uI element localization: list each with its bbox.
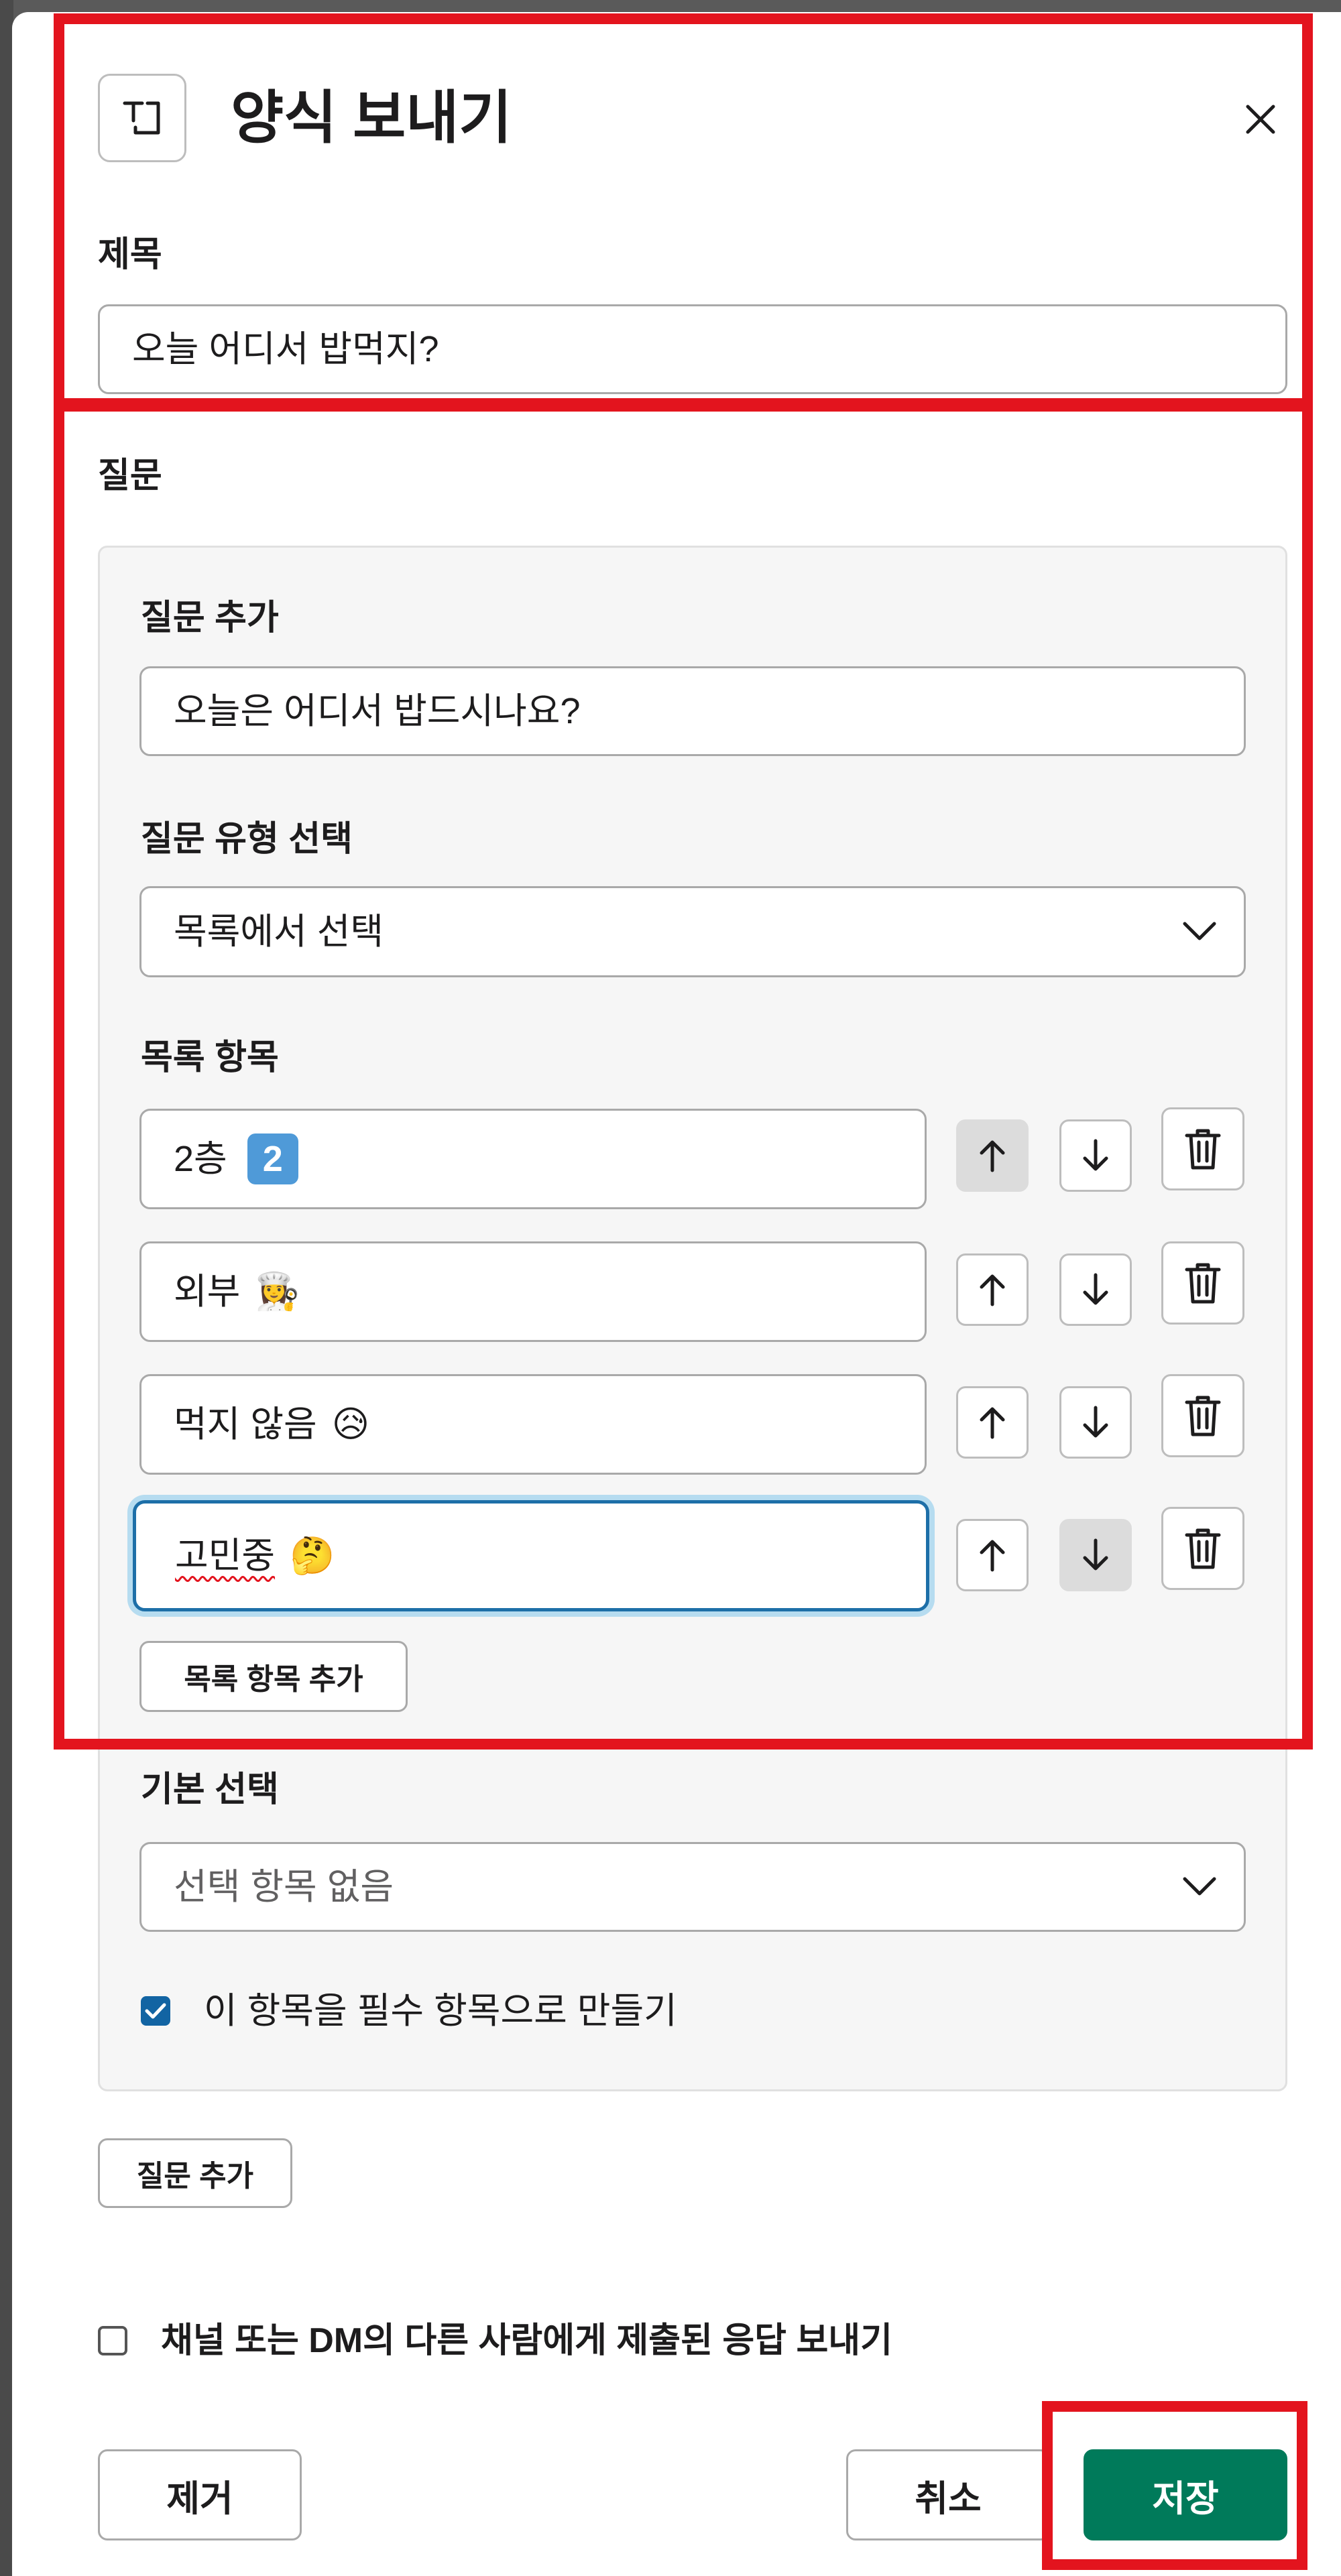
- arrow-down-icon: [1083, 1406, 1108, 1438]
- text-field-icon: [98, 74, 186, 162]
- move-up-button[interactable]: [956, 1386, 1029, 1459]
- save-button[interactable]: 저장: [1084, 2449, 1287, 2540]
- arrow-up-icon: [980, 1540, 1005, 1572]
- add-list-item-button[interactable]: 목록 항목 추가: [139, 1641, 408, 1712]
- trash-icon: [1185, 1528, 1221, 1569]
- list-item-text: 고민중: [175, 1536, 276, 1576]
- list-item-input[interactable]: 외부 👩‍🍳: [139, 1241, 927, 1342]
- share-responses-label: 채널 또는 DM의 다른 사람에게 제출된 응답 보내기: [161, 2321, 892, 2360]
- modal-title: 양식 보내기: [231, 86, 512, 150]
- question-type-value: 목록에서 선택: [174, 912, 384, 952]
- arrow-down-icon: [1083, 1139, 1108, 1171]
- move-up-button[interactable]: [956, 1119, 1029, 1192]
- subject-label: 제목: [98, 235, 162, 274]
- move-down-button[interactable]: [1059, 1519, 1132, 1591]
- chevron-down-icon: [1183, 922, 1216, 940]
- questions-label: 질문: [98, 456, 162, 495]
- delete-item-button[interactable]: [1161, 1241, 1244, 1325]
- list-item-text: 2층: [174, 1139, 227, 1179]
- default-selection-select[interactable]: 선택 항목 없음: [139, 1842, 1246, 1932]
- move-down-button[interactable]: [1059, 1253, 1132, 1326]
- question-text-input[interactable]: 오늘은 어디서 밥드시나요?: [139, 666, 1246, 756]
- keycap-two-icon: 2: [247, 1133, 298, 1184]
- subject-input-value: 오늘 어디서 밥먹지?: [132, 329, 439, 369]
- arrow-up-icon: [980, 1274, 1005, 1306]
- trash-icon: [1185, 1263, 1221, 1304]
- delete-item-button[interactable]: [1161, 1107, 1244, 1190]
- chevron-down-icon: [1183, 1877, 1216, 1896]
- required-checkbox[interactable]: [141, 1996, 170, 2026]
- check-icon: [145, 2003, 166, 2019]
- trash-icon: [1185, 1129, 1221, 1170]
- add-question-label: 질문 추가: [141, 599, 279, 637]
- close-icon[interactable]: [1234, 93, 1287, 146]
- arrow-down-icon: [1083, 1273, 1108, 1305]
- move-down-button[interactable]: [1059, 1119, 1132, 1192]
- move-up-button[interactable]: [956, 1519, 1029, 1591]
- list-item-input[interactable]: 2층 2: [139, 1109, 927, 1209]
- thinking-face-icon: 🤔: [290, 1534, 335, 1577]
- sad-face-icon: 😥: [331, 1403, 370, 1445]
- cook-emoji-icon: 👩‍🍳: [255, 1270, 300, 1312]
- delete-item-button[interactable]: [1161, 1374, 1244, 1457]
- remove-button[interactable]: 제거: [98, 2449, 302, 2540]
- list-item-input-focused[interactable]: 고민중 🤔: [133, 1500, 929, 1611]
- delete-item-button[interactable]: [1161, 1507, 1244, 1590]
- move-down-button[interactable]: [1059, 1386, 1132, 1459]
- default-selection-value: 선택 항목 없음: [174, 1867, 394, 1907]
- arrow-up-icon: [980, 1140, 1005, 1172]
- send-form-modal: 양식 보내기 제목 오늘 어디서 밥먹지? 질문 질문 추가 오늘은 어디서 밥…: [12, 12, 1341, 2576]
- question-type-select[interactable]: 목록에서 선택: [139, 886, 1246, 977]
- default-selection-label: 기본 선택: [141, 1770, 279, 1809]
- backdrop: [0, 0, 13, 2576]
- question-type-label: 질문 유형 선택: [141, 820, 353, 859]
- cancel-button[interactable]: 취소: [846, 2449, 1050, 2540]
- arrow-down-icon: [1083, 1538, 1108, 1571]
- share-responses-checkbox[interactable]: [98, 2326, 127, 2355]
- add-question-button[interactable]: 질문 추가: [98, 2138, 292, 2208]
- list-item-text: 먹지 않음: [174, 1404, 317, 1445]
- list-item-text: 외부: [174, 1272, 241, 1312]
- arrow-up-icon: [980, 1407, 1005, 1439]
- list-item-input[interactable]: 먹지 않음 😥: [139, 1374, 927, 1475]
- required-label: 이 항목을 필수 항목으로 만들기: [204, 1991, 677, 2031]
- subject-input[interactable]: 오늘 어디서 밥먹지?: [98, 304, 1287, 394]
- move-up-button[interactable]: [956, 1253, 1029, 1326]
- question-text-value: 오늘은 어디서 밥드시나요?: [174, 691, 581, 731]
- trash-icon: [1185, 1396, 1221, 1436]
- list-items-label: 목록 항목: [141, 1038, 279, 1077]
